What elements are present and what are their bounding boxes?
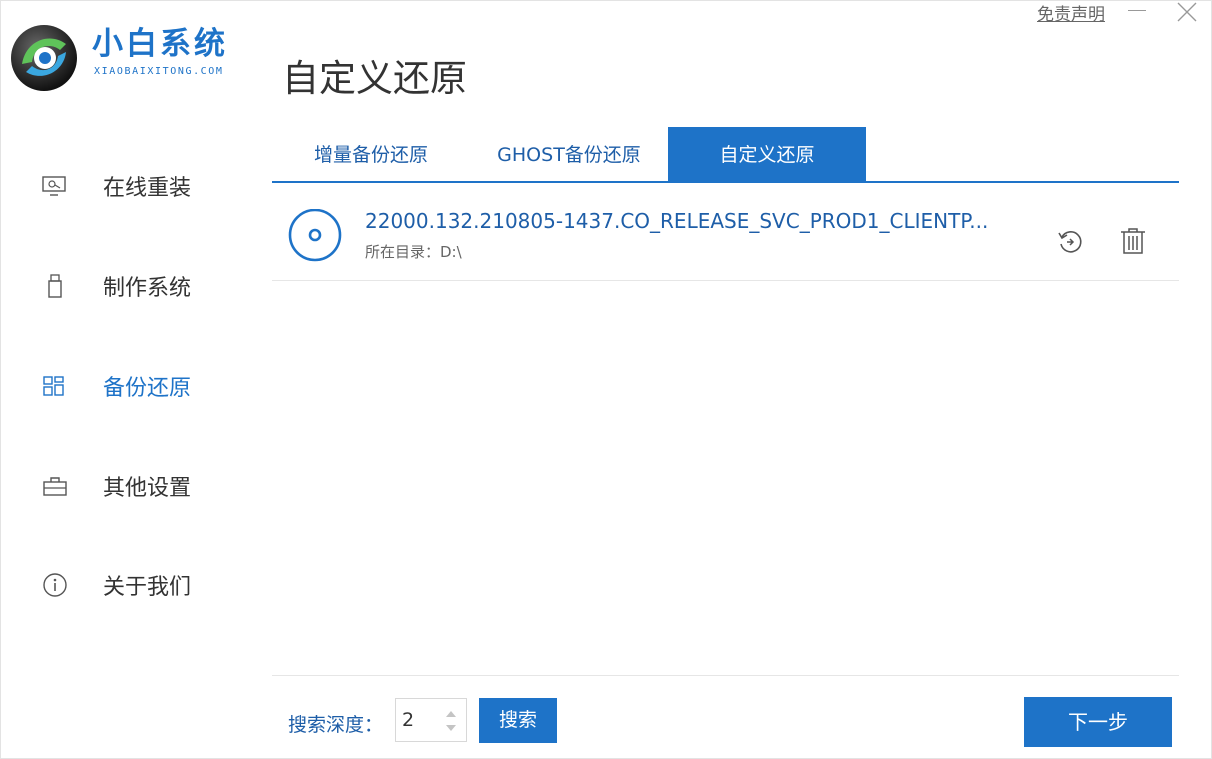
monitor-icon	[40, 173, 74, 199]
brand-subtitle: XIAOBAIXITONG.COM	[94, 66, 224, 77]
backup-directory: 所在目录：D:\	[365, 243, 462, 261]
sidebar-item-about-us[interactable]: 关于我们	[40, 565, 250, 605]
footer-divider	[272, 675, 1179, 676]
trash-icon[interactable]	[1118, 226, 1148, 256]
tab-ghost-restore[interactable]: GHOST备份还原	[470, 127, 668, 181]
backup-file-name: 22000.132.210805-1437.CO_RELEASE_SVC_PRO…	[365, 209, 989, 233]
page-title: 自定义还原	[282, 57, 467, 100]
search-depth-label: 搜索深度：	[288, 714, 384, 736]
minimize-button[interactable]	[1128, 10, 1146, 11]
backup-restore-icon	[40, 373, 74, 399]
restore-icon[interactable]	[1056, 228, 1084, 256]
search-depth-stepper[interactable]: 2	[395, 698, 467, 742]
sidebar-item-label: 在线重装	[103, 176, 192, 201]
close-icon[interactable]	[1175, 0, 1199, 24]
sidebar-item-backup-restore[interactable]: 备份还原	[40, 366, 250, 406]
usb-drive-icon	[40, 273, 74, 299]
search-button[interactable]: 搜索	[479, 698, 557, 743]
tab-incremental-restore[interactable]: 增量备份还原	[272, 127, 470, 181]
sidebar-item-make-system[interactable]: 制作系统	[40, 266, 250, 306]
disclaimer-link[interactable]: 免责声明	[1037, 0, 1105, 25]
sidebar-item-online-reinstall[interactable]: 在线重装	[40, 166, 250, 206]
search-depth-value: 2	[402, 709, 415, 731]
next-step-button[interactable]: 下一步	[1024, 697, 1172, 747]
sidebar-item-label: 制作系统	[103, 276, 192, 301]
sidebar-item-label: 备份还原	[103, 376, 192, 401]
toolbox-icon	[40, 473, 74, 499]
brand-logo: 小白系统 XIAOBAIXITONG.COM	[8, 20, 258, 91]
sidebar-item-label: 关于我们	[103, 575, 192, 600]
sidebar-item-label: 其他设置	[103, 476, 192, 501]
disc-icon	[288, 209, 342, 262]
info-icon	[40, 572, 74, 598]
tab-custom-restore[interactable]: 自定义还原	[668, 127, 866, 181]
sidebar-item-other-settings[interactable]: 其他设置	[40, 466, 250, 506]
brand-name: 小白系统	[92, 26, 228, 62]
list-item[interactable]: 22000.132.210805-1437.CO_RELEASE_SVC_PRO…	[272, 183, 1179, 281]
restore-tabs: 增量备份还原 GHOST备份还原 自定义还原	[272, 127, 1179, 183]
logo-emblem-icon	[11, 25, 77, 91]
stepper-arrows-icon[interactable]	[444, 707, 458, 735]
